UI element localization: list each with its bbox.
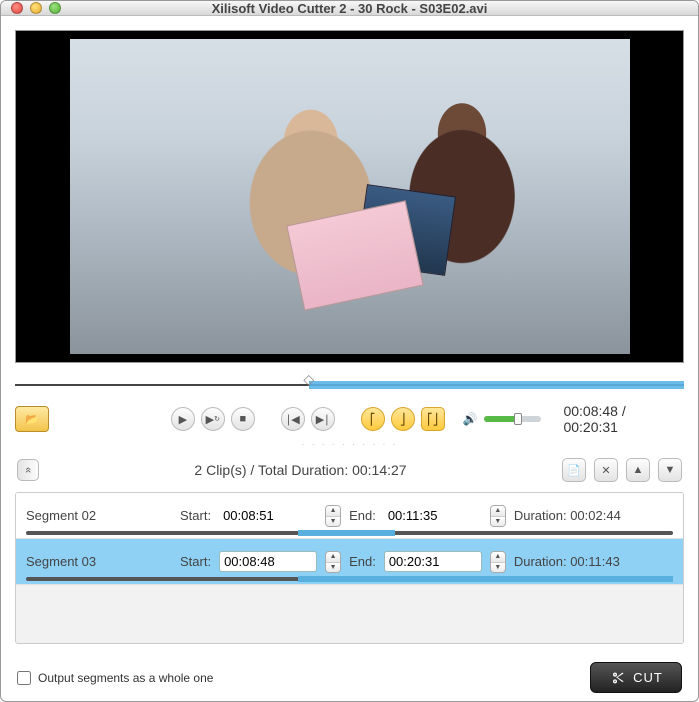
video-frame-image bbox=[70, 39, 630, 354]
stop-button[interactable]: ■ bbox=[231, 407, 255, 431]
segment-range-bar bbox=[26, 531, 673, 535]
mark-in-button[interactable]: ⎡ bbox=[361, 407, 385, 431]
move-clip-up-button[interactable]: ▲ bbox=[626, 458, 650, 482]
window-title: Xilisoft Video Cutter 2 - 30 Rock - S03E… bbox=[1, 1, 698, 16]
volume-knob[interactable] bbox=[514, 413, 522, 425]
segment-name: Segment 02 bbox=[26, 508, 172, 523]
output-whole-label[interactable]: Output segments as a whole one bbox=[38, 671, 213, 685]
new-clip-button[interactable]: 📄 bbox=[562, 458, 586, 482]
segment-start-stepper[interactable]: ▲▼ bbox=[325, 551, 341, 573]
segment-end-input[interactable] bbox=[384, 506, 482, 525]
timeline-playhead[interactable] bbox=[303, 371, 315, 387]
start-label: Start: bbox=[180, 554, 211, 569]
start-label: Start: bbox=[180, 508, 211, 523]
stepper-down[interactable]: ▼ bbox=[326, 563, 340, 573]
stepper-up[interactable]: ▲ bbox=[491, 552, 505, 563]
zoom-window-button[interactable] bbox=[49, 2, 61, 14]
segment-start-stepper[interactable]: ▲▼ bbox=[325, 505, 341, 527]
segment-row[interactable]: Segment 02Start:▲▼End:▲▼Duration: 00:02:… bbox=[16, 493, 683, 539]
output-whole-checkbox[interactable] bbox=[17, 671, 31, 685]
cut-button-label: CUT bbox=[633, 670, 663, 685]
move-clip-down-button[interactable]: ▼ bbox=[658, 458, 682, 482]
segment-end-stepper[interactable]: ▲▼ bbox=[490, 505, 506, 527]
segment-start-input[interactable] bbox=[219, 551, 317, 572]
duration-label: Duration: 00:02:44 bbox=[514, 508, 621, 523]
video-preview[interactable] bbox=[15, 30, 684, 363]
scissors-icon bbox=[609, 670, 625, 686]
stepper-down[interactable]: ▼ bbox=[491, 517, 505, 527]
stepper-up[interactable]: ▲ bbox=[326, 506, 340, 517]
divider-dots: · · · · · · · · · · bbox=[15, 439, 684, 450]
clip-summary-row: « 2 Clip(s) / Total Duration: 00:14:27 📄… bbox=[15, 458, 684, 490]
time-readout: 00:08:48 / 00:20:31 bbox=[563, 403, 684, 435]
duration-label: Duration: 00:11:43 bbox=[514, 554, 620, 569]
next-frame-button[interactable]: ▶∣ bbox=[311, 407, 335, 431]
traffic-lights bbox=[11, 2, 61, 14]
stepper-down[interactable]: ▼ bbox=[326, 517, 340, 527]
play-loop-button[interactable]: ▶↻ bbox=[201, 407, 225, 431]
segment-row[interactable]: Segment 03Start:▲▼End:▲▼Duration: 00:11:… bbox=[16, 539, 683, 585]
minimize-window-button[interactable] bbox=[30, 2, 42, 14]
prev-frame-button[interactable]: ∣◀ bbox=[281, 407, 305, 431]
mark-segment-button[interactable]: ⎡⎦ bbox=[421, 407, 445, 431]
stepper-down[interactable]: ▼ bbox=[491, 563, 505, 573]
delete-clip-button[interactable]: ✕ bbox=[594, 458, 618, 482]
segment-end-input[interactable] bbox=[384, 551, 482, 572]
segment-name: Segment 03 bbox=[26, 554, 172, 569]
timeline-selection bbox=[309, 381, 684, 389]
segment-list: Segment 02Start:▲▼End:▲▼Duration: 00:02:… bbox=[15, 492, 684, 644]
play-loop-icon: ▶ bbox=[206, 413, 214, 426]
end-label: End: bbox=[349, 554, 376, 569]
end-label: End: bbox=[349, 508, 376, 523]
volume-icon[interactable]: 🔊 bbox=[463, 412, 478, 426]
cut-button[interactable]: CUT bbox=[590, 662, 682, 693]
open-file-button[interactable]: 📂 bbox=[15, 406, 49, 432]
clip-summary-text: 2 Clip(s) / Total Duration: 00:14:27 bbox=[39, 462, 562, 478]
content-area: 📂 ▶ ▶↻ ■ ∣◀ ▶∣ ⎡ ⎦ ⎡⎦ 🔊 00:08:48 / 00:20… bbox=[1, 16, 698, 701]
titlebar[interactable]: Xilisoft Video Cutter 2 - 30 Rock - S03E… bbox=[1, 1, 698, 16]
stepper-up[interactable]: ▲ bbox=[326, 552, 340, 563]
app-window: Xilisoft Video Cutter 2 - 30 Rock - S03E… bbox=[0, 0, 699, 702]
mark-out-button[interactable]: ⎦ bbox=[391, 407, 415, 431]
bottom-row: Output segments as a whole one CUT bbox=[15, 658, 684, 695]
volume-slider[interactable] bbox=[484, 416, 542, 422]
close-window-button[interactable] bbox=[11, 2, 23, 14]
collapse-panel-button[interactable]: « bbox=[17, 459, 39, 481]
play-button[interactable]: ▶ bbox=[171, 407, 195, 431]
timeline[interactable] bbox=[15, 373, 684, 395]
segment-end-stepper[interactable]: ▲▼ bbox=[490, 551, 506, 573]
stepper-up[interactable]: ▲ bbox=[491, 506, 505, 517]
segment-range-bar bbox=[26, 577, 673, 581]
segment-start-input[interactable] bbox=[219, 506, 317, 525]
transport-bar: 📂 ▶ ▶↻ ■ ∣◀ ▶∣ ⎡ ⎦ ⎡⎦ 🔊 00:08:48 / 00:20… bbox=[15, 401, 684, 437]
